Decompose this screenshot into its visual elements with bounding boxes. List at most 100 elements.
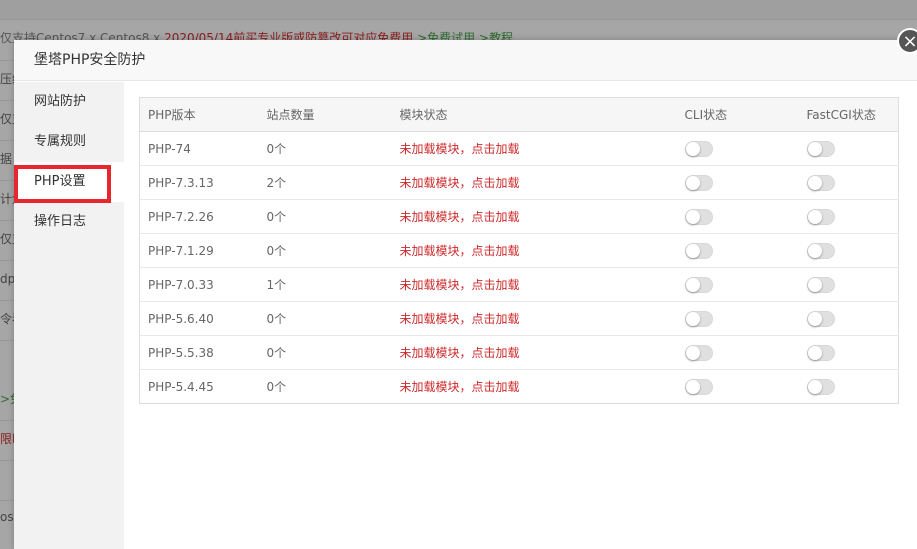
background-divider (0, 60, 14, 61)
background-fragment: 据 (0, 152, 13, 166)
table-row: PHP-7.0.33 1个 未加载模块，点击加载 (139, 267, 899, 302)
php-version-table: PHP版本 站点数量 模块状态 CLI状态 FastCGI状态 PHP-74 0… (139, 97, 899, 404)
load-module-link[interactable]: 未加载模块，点击加载 (400, 176, 520, 190)
site-count-cell: 0个 (258, 131, 392, 166)
php-version-cell: PHP-7.3.13 (139, 165, 259, 200)
background-topbar (0, 0, 917, 20)
fastcgi-status-cell (798, 267, 899, 302)
background-fragment: os (0, 510, 14, 524)
php-version-cell: PHP-5.4.45 (139, 369, 259, 404)
cli-toggle[interactable] (684, 378, 713, 395)
cli-status-cell (676, 165, 799, 200)
table-row: PHP-7.2.26 0个 未加载模块，点击加载 (139, 199, 899, 234)
cli-toggle[interactable] (684, 344, 713, 361)
fastcgi-toggle[interactable] (806, 208, 835, 225)
fastcgi-toggle[interactable] (806, 310, 835, 327)
load-module-link[interactable]: 未加载模块，点击加载 (400, 312, 520, 326)
background-divider (0, 100, 14, 101)
column-header-site-count: 站点数量 (258, 97, 392, 132)
load-module-link[interactable]: 未加载模块，点击加载 (400, 244, 520, 258)
sidebar-item-operation-log[interactable]: 操作日志 (14, 202, 124, 242)
cli-toggle[interactable] (684, 140, 713, 157)
table-row: PHP-7.1.29 0个 未加载模块，点击加载 (139, 233, 899, 268)
sidebar-item-label: 网站防护 (34, 94, 87, 109)
column-header-module-status: 模块状态 (391, 97, 677, 132)
cli-status-cell (676, 233, 799, 268)
fastcgi-status-cell (798, 233, 899, 268)
background-divider (0, 300, 14, 301)
dialog-title: 堡塔PHP安全防护 (34, 52, 146, 68)
close-icon[interactable]: × (897, 28, 917, 54)
fastcgi-status-cell (798, 165, 899, 200)
dialog-sidebar: 网站防护 专属规则 PHP设置 操作日志 (14, 82, 124, 549)
fastcgi-status-cell (798, 369, 899, 404)
cli-toggle[interactable] (684, 174, 713, 191)
table-row: PHP-5.6.40 0个 未加载模块，点击加载 (139, 301, 899, 336)
load-module-link[interactable]: 未加载模块，点击加载 (400, 142, 520, 156)
fastcgi-status-cell (798, 335, 899, 370)
php-version-cell: PHP-7.1.29 (139, 233, 259, 268)
cli-toggle[interactable] (684, 310, 713, 327)
fastcgi-toggle[interactable] (806, 140, 835, 157)
fastcgi-status-cell (798, 131, 899, 166)
fastcgi-toggle[interactable] (806, 242, 835, 259)
fastcgi-toggle[interactable] (806, 378, 835, 395)
load-module-link[interactable]: 未加载模块，点击加载 (400, 380, 520, 394)
cli-status-cell (676, 199, 799, 234)
table-row: PHP-5.5.38 0个 未加载模块，点击加载 (139, 335, 899, 370)
cli-status-cell (676, 131, 799, 166)
site-count-cell: 2个 (258, 165, 392, 200)
cli-toggle[interactable] (684, 208, 713, 225)
fastcgi-status-cell (798, 199, 899, 234)
site-count-cell: 0个 (258, 369, 392, 404)
table-row: PHP-7.3.13 2个 未加载模块，点击加载 (139, 165, 899, 200)
table-row: PHP-74 0个 未加载模块，点击加载 (139, 131, 899, 166)
cli-status-cell (676, 267, 799, 302)
cli-status-cell (676, 301, 799, 336)
site-count-cell: 0个 (258, 199, 392, 234)
php-version-cell: PHP-5.5.38 (139, 335, 259, 370)
background-divider (0, 340, 14, 341)
table-row: PHP-5.4.45 0个 未加载模块，点击加载 (139, 369, 899, 404)
php-table-container: PHP版本 站点数量 模块状态 CLI状态 FastCGI状态 PHP-74 0… (139, 97, 899, 404)
background-divider (0, 460, 14, 461)
cli-toggle[interactable] (684, 276, 713, 293)
background-divider (0, 220, 14, 221)
load-module-link[interactable]: 未加载模块，点击加载 (400, 346, 520, 360)
column-header-php-version: PHP版本 (139, 97, 259, 132)
cli-status-cell (676, 335, 799, 370)
column-header-fastcgi-status: FastCGI状态 (798, 97, 899, 132)
cli-status-cell (676, 369, 799, 404)
load-module-link[interactable]: 未加载模块，点击加载 (400, 210, 520, 224)
background-divider (0, 500, 14, 501)
module-status-cell: 未加载模块，点击加载 (391, 165, 677, 200)
fastcgi-toggle[interactable] (806, 174, 835, 191)
php-version-cell: PHP-7.2.26 (139, 199, 259, 234)
fastcgi-toggle[interactable] (806, 276, 835, 293)
table-header-row: PHP版本 站点数量 模块状态 CLI状态 FastCGI状态 (139, 97, 899, 132)
column-header-cli-status: CLI状态 (676, 97, 799, 132)
sidebar-item-label: 操作日志 (34, 214, 87, 229)
background-divider (0, 140, 14, 141)
site-count-cell: 0个 (258, 301, 392, 336)
php-version-cell: PHP-74 (139, 131, 259, 166)
sidebar-item-custom-rules[interactable]: 专属规则 (14, 122, 124, 162)
load-module-link[interactable]: 未加载模块，点击加载 (400, 278, 520, 292)
cli-toggle[interactable] (684, 242, 713, 259)
module-status-cell: 未加载模块，点击加载 (391, 233, 677, 268)
site-count-cell: 0个 (258, 335, 392, 370)
module-status-cell: 未加载模块，点击加载 (391, 369, 677, 404)
fastcgi-toggle[interactable] (806, 344, 835, 361)
annotation-highlight-box (14, 165, 111, 203)
module-status-cell: 未加载模块，点击加载 (391, 199, 677, 234)
sidebar-item-label: 专属规则 (34, 134, 87, 149)
module-status-cell: 未加载模块，点击加载 (391, 131, 677, 166)
php-protection-dialog: 堡塔PHP安全防护 网站防护 专属规则 PHP设置 操作日志 PHP版本 站点数… (14, 40, 917, 549)
background-divider (0, 180, 14, 181)
background-divider (0, 260, 14, 261)
module-status-cell: 未加载模块，点击加载 (391, 301, 677, 336)
php-version-cell: PHP-5.6.40 (139, 301, 259, 336)
site-count-cell: 1个 (258, 267, 392, 302)
sidebar-item-site-protection[interactable]: 网站防护 (14, 82, 124, 122)
module-status-cell: 未加载模块，点击加载 (391, 267, 677, 302)
